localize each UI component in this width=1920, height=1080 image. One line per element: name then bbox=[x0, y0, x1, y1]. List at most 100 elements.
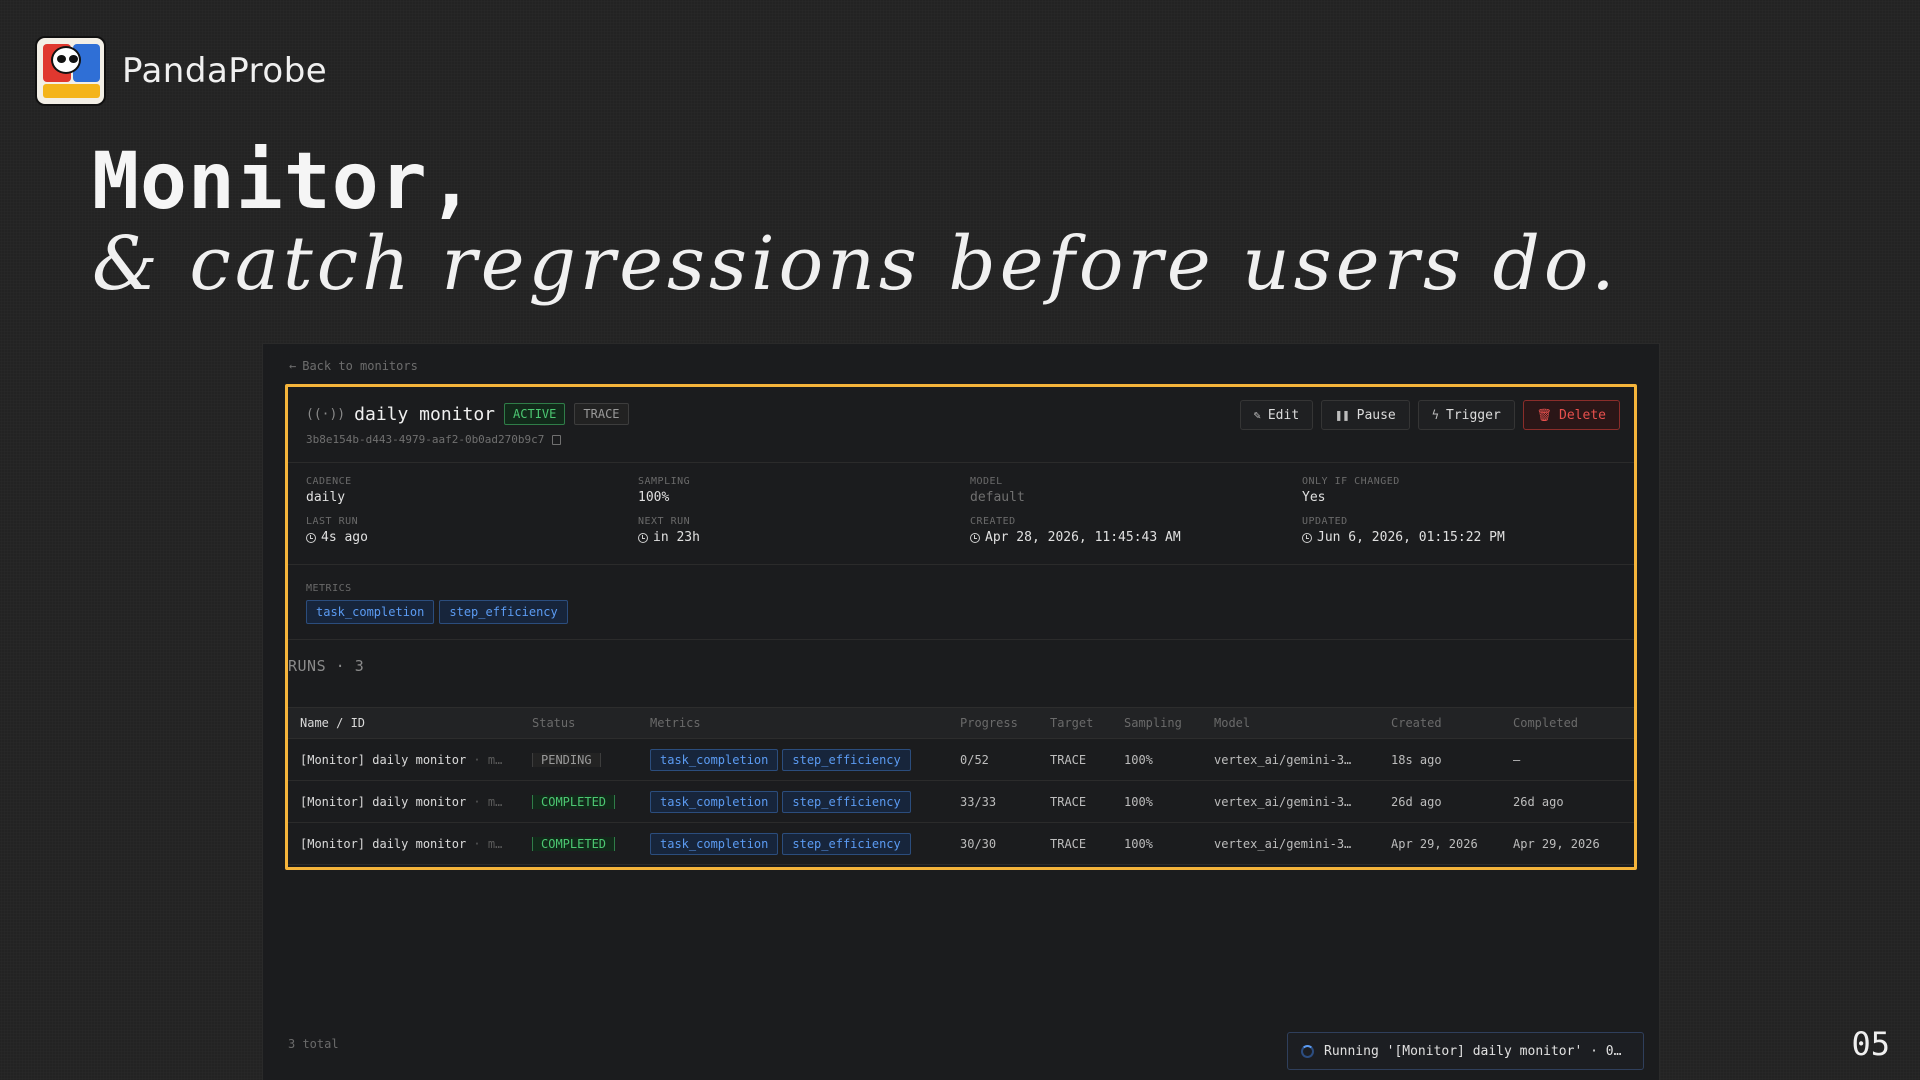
pause-button[interactable]: ❚❚ Pause bbox=[1321, 400, 1410, 430]
metrics-label: METRICS bbox=[306, 583, 352, 594]
run-name: [Monitor] daily monitor bbox=[300, 836, 467, 851]
updated-field: UPDATED Jun 6, 2026, 01:15:22 PM bbox=[1302, 516, 1626, 545]
run-completed: — bbox=[1513, 752, 1521, 767]
cadence-field: CADENCE daily bbox=[306, 476, 638, 505]
back-label: Back to monitors bbox=[302, 359, 418, 373]
table-row[interactable]: [Monitor] daily monitor · m… PENDING tas… bbox=[288, 739, 1634, 781]
brand-name: PandaProbe bbox=[122, 51, 328, 91]
run-completed: Apr 29, 2026 bbox=[1513, 836, 1600, 851]
delete-button[interactable]: 🗑 Delete bbox=[1522, 400, 1620, 430]
col-model[interactable]: Model bbox=[1214, 716, 1391, 730]
metric-tag: step_efficiency bbox=[782, 832, 911, 855]
details-row-2: LAST RUN 4s ago NEXT RUN in 23h CREATED … bbox=[306, 516, 1626, 545]
table-row[interactable]: [Monitor] daily monitor · m… COMPLETED t… bbox=[288, 823, 1634, 865]
run-name: [Monitor] daily monitor bbox=[300, 794, 467, 809]
run-id: · m… bbox=[466, 836, 503, 851]
col-metrics[interactable]: Metrics bbox=[650, 716, 960, 730]
edit-icon: ✎ bbox=[1253, 408, 1261, 422]
metric-tag: step_efficiency bbox=[782, 748, 911, 771]
trigger-button[interactable]: ϟ Trigger bbox=[1417, 400, 1515, 430]
col-created[interactable]: Created bbox=[1391, 716, 1513, 730]
last-run-value: 4s ago bbox=[321, 530, 368, 545]
divider bbox=[288, 462, 1634, 463]
metrics-tags: task_completion step_efficiency bbox=[306, 600, 568, 624]
back-to-monitors-link[interactable]: ← Back to monitors bbox=[289, 359, 418, 373]
last-run-field: LAST RUN 4s ago bbox=[306, 516, 638, 545]
updated-value: Jun 6, 2026, 01:15:22 PM bbox=[1317, 530, 1505, 545]
run-progress: 30/30 bbox=[960, 836, 997, 851]
run-sampling: 100% bbox=[1124, 794, 1153, 809]
brand: PandaProbe bbox=[35, 36, 327, 106]
metric-tag: task_completion bbox=[650, 832, 779, 855]
col-completed[interactable]: Completed bbox=[1513, 716, 1623, 730]
col-target[interactable]: Target bbox=[1050, 716, 1124, 730]
col-name[interactable]: Name / ID bbox=[288, 716, 532, 730]
clock-icon bbox=[970, 532, 980, 543]
edit-button[interactable]: ✎ Edit bbox=[1239, 400, 1314, 430]
slide-number: 05 bbox=[1851, 1025, 1890, 1063]
runs-title: RUNS · 3 bbox=[288, 657, 365, 675]
col-sampling[interactable]: Sampling bbox=[1124, 716, 1214, 730]
only-if-changed-label: ONLY IF CHANGED bbox=[1302, 476, 1400, 487]
created-field: CREATED Apr 28, 2026, 11:45:43 AM bbox=[970, 516, 1302, 545]
clock-icon bbox=[306, 532, 316, 543]
metric-tag: task_completion bbox=[650, 748, 779, 771]
run-progress: 33/33 bbox=[960, 794, 997, 809]
headline-line1: Monitor, bbox=[92, 137, 476, 227]
next-run-value: in 23h bbox=[653, 530, 700, 545]
headline: Monitor, & catch regressions before user… bbox=[92, 137, 1619, 307]
cadence-value: daily bbox=[306, 490, 346, 505]
run-id: · m… bbox=[466, 752, 503, 767]
copy-icon[interactable] bbox=[552, 434, 562, 445]
run-name: [Monitor] daily monitor bbox=[300, 752, 467, 767]
running-toast[interactable]: Running '[Monitor] daily monitor' · 0… bbox=[1287, 1032, 1644, 1070]
col-status[interactable]: Status bbox=[532, 716, 650, 730]
next-run-field: NEXT RUN in 23h bbox=[638, 516, 970, 545]
run-created: Apr 29, 2026 bbox=[1391, 836, 1478, 851]
run-id: · m… bbox=[466, 794, 503, 809]
next-run-label: NEXT RUN bbox=[638, 516, 691, 527]
pandaprobe-logo-icon bbox=[35, 36, 106, 106]
created-value: Apr 28, 2026, 11:45:43 AM bbox=[985, 530, 1181, 545]
run-model: vertex_ai/gemini-3… bbox=[1214, 836, 1352, 851]
metric-tag: task_completion bbox=[650, 790, 779, 813]
spinner-icon bbox=[1301, 1044, 1314, 1058]
model-label: MODEL bbox=[970, 476, 1003, 487]
run-sampling: 100% bbox=[1124, 752, 1153, 767]
run-model: vertex_ai/gemini-3… bbox=[1214, 752, 1352, 767]
created-label: CREATED bbox=[970, 516, 1016, 527]
metric-tag: step_efficiency bbox=[439, 600, 568, 624]
run-target: TRACE bbox=[1050, 794, 1087, 809]
trash-icon: 🗑 bbox=[1536, 408, 1553, 422]
col-progress[interactable]: Progress bbox=[960, 716, 1050, 730]
toast-text: Running '[Monitor] daily monitor' · 0… bbox=[1324, 1043, 1622, 1059]
headline-line2: & catch regressions before users do. bbox=[92, 220, 1619, 307]
run-target: TRACE bbox=[1050, 752, 1087, 767]
run-target: TRACE bbox=[1050, 836, 1087, 851]
run-completed: 26d ago bbox=[1513, 794, 1564, 809]
clock-icon bbox=[1302, 532, 1312, 543]
run-progress: 0/52 bbox=[960, 752, 989, 767]
last-run-label: LAST RUN bbox=[306, 516, 359, 527]
run-model: vertex_ai/gemini-3… bbox=[1214, 794, 1352, 809]
divider bbox=[288, 564, 1634, 565]
run-sampling: 100% bbox=[1124, 836, 1153, 851]
cadence-label: CADENCE bbox=[306, 476, 352, 487]
run-created: 18s ago bbox=[1391, 752, 1442, 767]
trigger-label: Trigger bbox=[1446, 407, 1501, 423]
sampling-value: 100% bbox=[638, 490, 670, 505]
table-header: Name / ID Status Metrics Progress Target… bbox=[288, 707, 1634, 739]
monitor-name: daily monitor bbox=[354, 403, 496, 425]
monitor-id-text: 3b8e154b-d443-4979-aaf2-0b0ad270b9c7 bbox=[306, 433, 545, 446]
clock-icon bbox=[638, 532, 648, 543]
updated-label: UPDATED bbox=[1302, 516, 1348, 527]
table-row[interactable]: [Monitor] daily monitor · m… COMPLETED t… bbox=[288, 781, 1634, 823]
pause-label: Pause bbox=[1356, 407, 1396, 423]
lightning-icon: ϟ bbox=[1431, 408, 1439, 422]
broadcast-icon: ((·)) bbox=[306, 406, 346, 422]
run-status-badge: COMPLETED bbox=[532, 794, 616, 809]
monitor-card: ((·)) daily monitor ACTIVE TRACE 3b8e154… bbox=[288, 387, 1634, 867]
only-if-changed-value: Yes bbox=[1302, 490, 1326, 505]
target-badge: TRACE bbox=[574, 403, 629, 425]
model-value: default bbox=[970, 490, 1025, 505]
